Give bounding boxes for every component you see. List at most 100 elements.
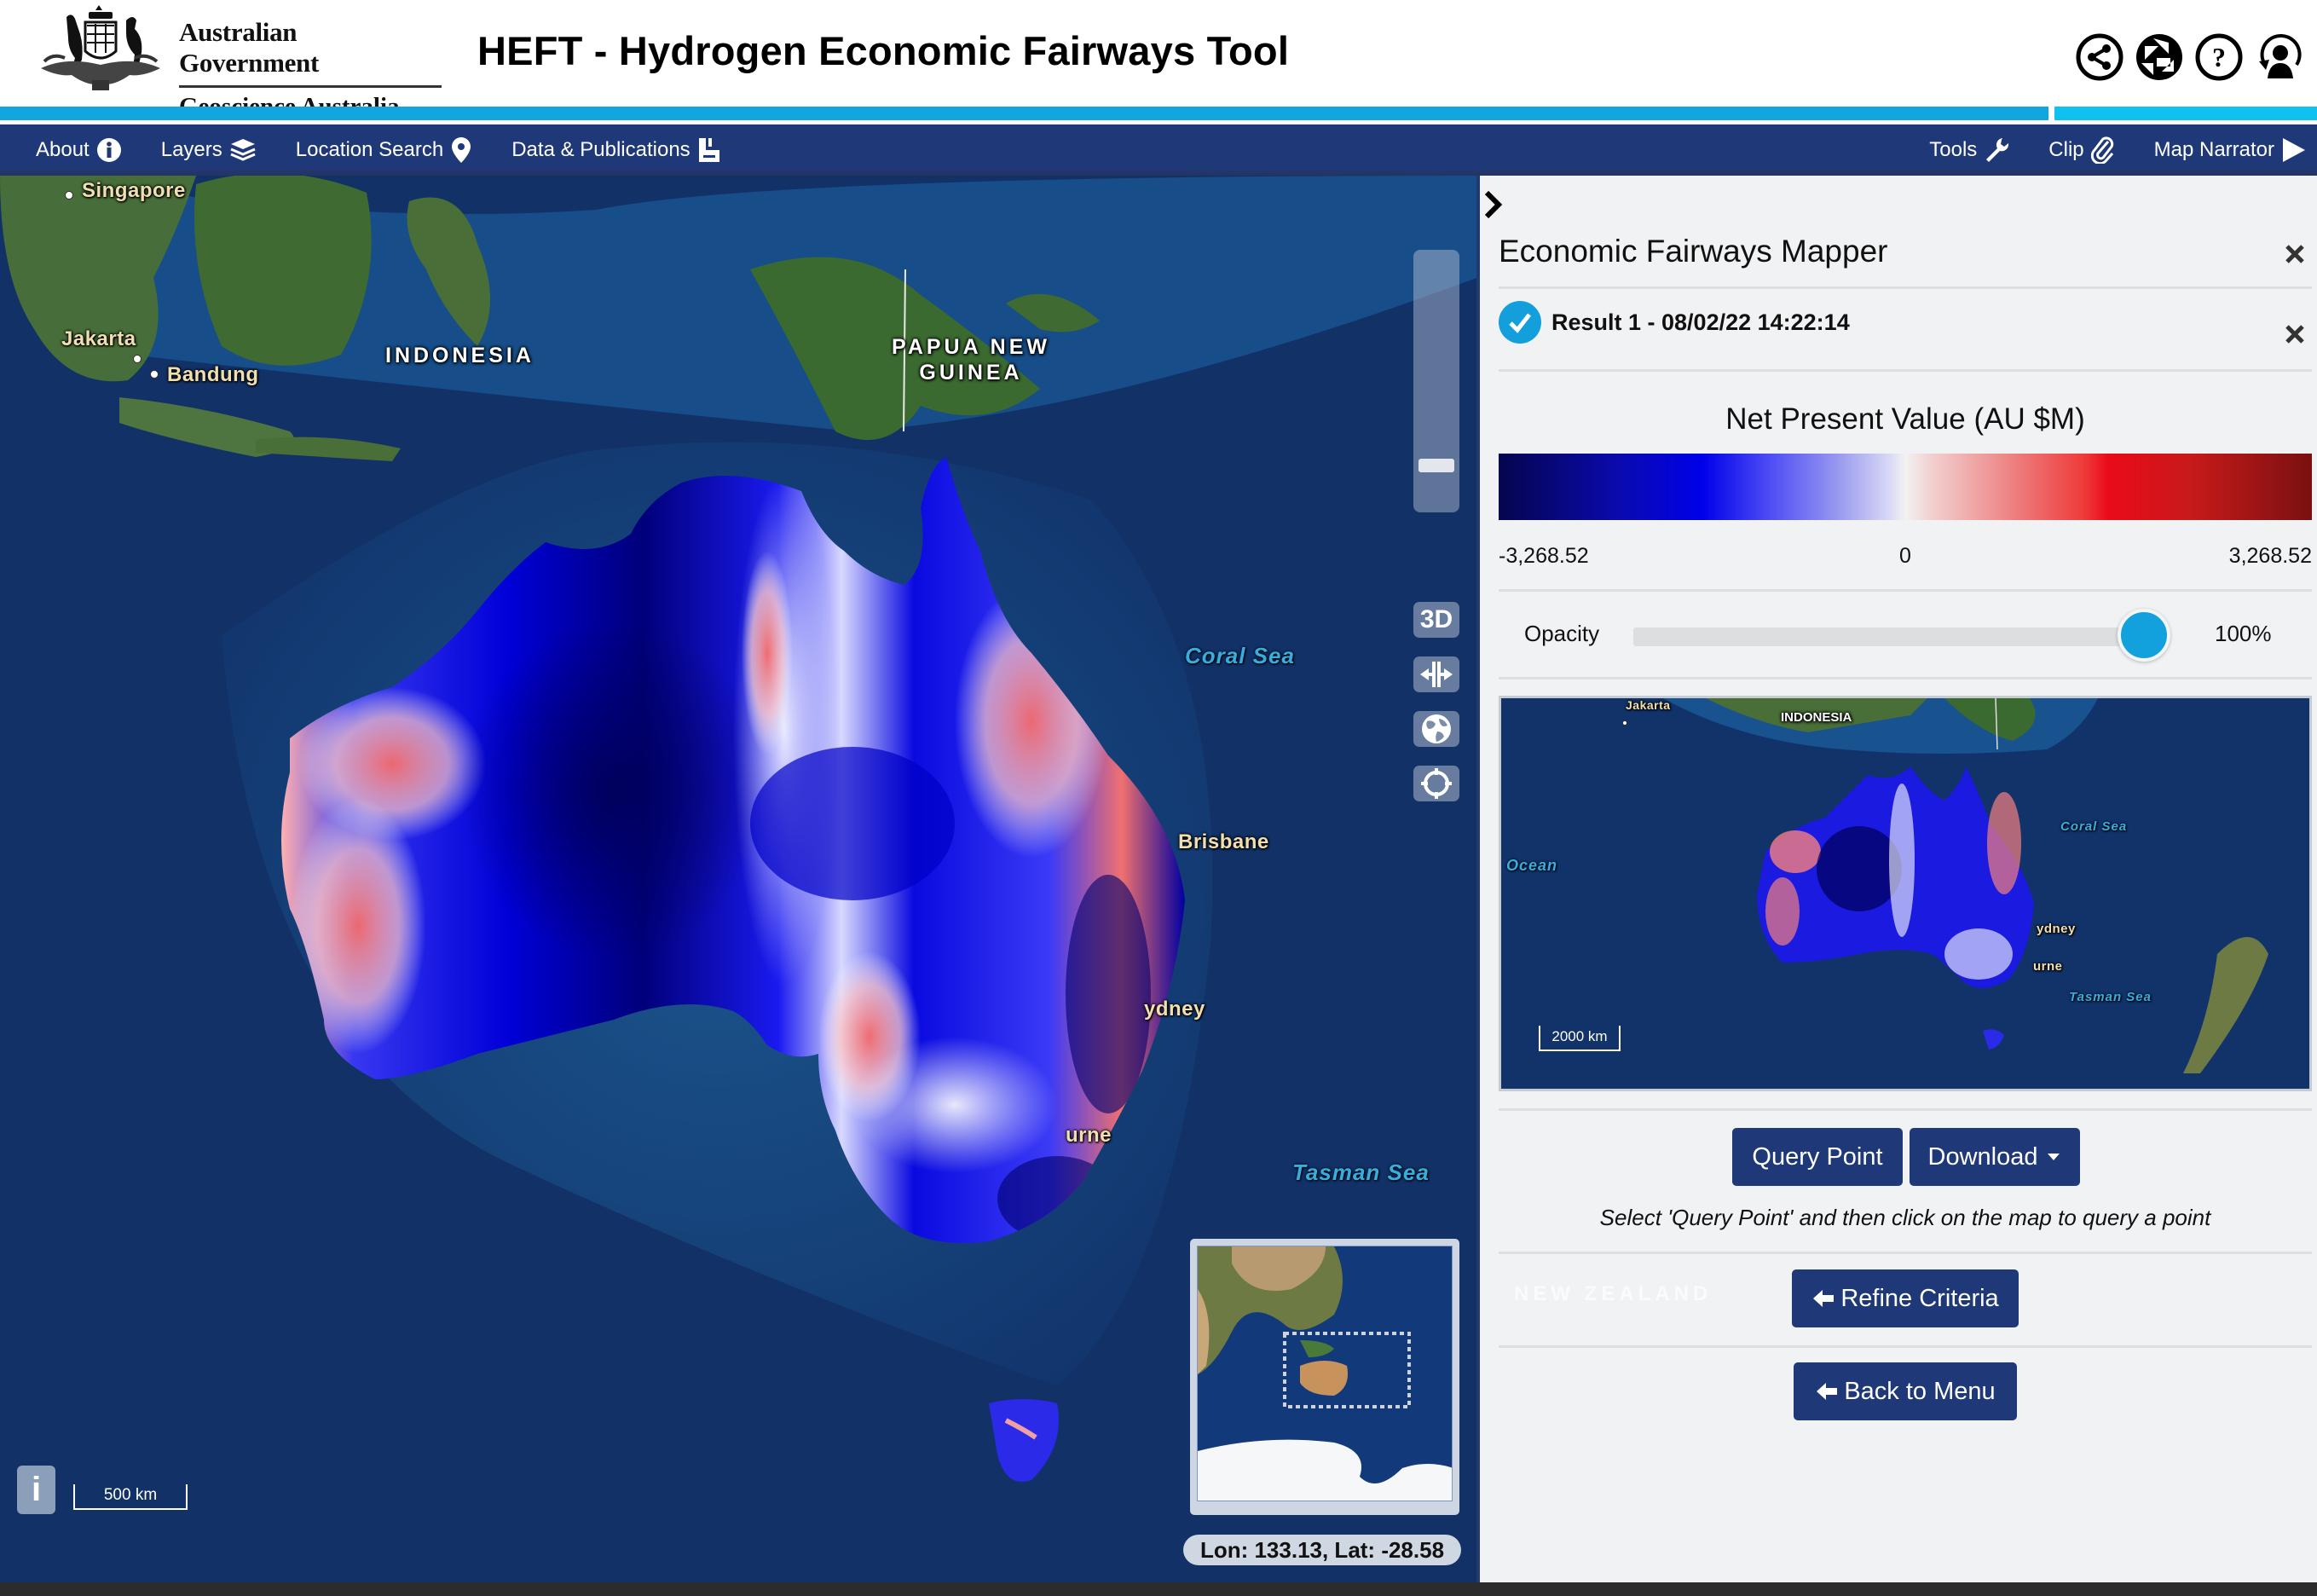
nav-map-narrator[interactable]: Map Narrator — [2154, 136, 2307, 164]
legend-color-ramp — [1499, 454, 2312, 520]
jakarta-dot — [133, 355, 142, 363]
nav-location-search[interactable]: Location Search — [296, 136, 472, 164]
result-visibility-checkbox[interactable] — [1499, 301, 1541, 344]
split-arrows-icon — [1420, 662, 1453, 687]
result-thumbnail-map: Jakarta INDONESIA Ocean Coral Sea ydney … — [1499, 696, 2312, 1091]
divider — [1499, 677, 2312, 679]
refine-criteria-button[interactable]: Refine Criteria — [1792, 1269, 2019, 1327]
paperclip-icon — [2090, 136, 2113, 164]
header-icon-group: ? — [2075, 32, 2303, 82]
query-point-button[interactable]: Query Point — [1732, 1128, 1903, 1186]
query-hint: Select 'Query Point' and then click on t… — [1599, 1205, 2211, 1230]
result-label: Result 1 - 08/02/22 14:22:14 — [1551, 309, 1850, 335]
divider — [1499, 589, 2312, 592]
bottom-status-strip — [0, 1582, 2317, 1596]
thumbnail-basemap — [1501, 698, 2309, 1089]
nav-tools[interactable]: Tools — [1929, 136, 2009, 164]
overview-map[interactable] — [1190, 1239, 1459, 1515]
app-root: Australian Government Geoscience Austral… — [0, 0, 2317, 1596]
legend-min: -3,268.52 — [1499, 544, 1589, 568]
arrow-left-icon — [1817, 1383, 1838, 1400]
gov-line-1: Australian Government — [179, 17, 442, 88]
layers-icon — [230, 139, 256, 161]
share-icon[interactable] — [2075, 32, 2124, 82]
back-to-menu-button[interactable]: Back to Menu — [1794, 1362, 2017, 1420]
coat-of-arms-logo — [41, 5, 160, 90]
coordinates-readout: Lon: 133.13, Lat: -28.58 — [1183, 1535, 1461, 1565]
panel-title: Economic Fairways Mapper — [1499, 234, 1888, 269]
nav-clip-label: Clip — [2048, 138, 2084, 161]
result-item: Result 1 - 08/02/22 14:22:14 — [1499, 301, 1850, 344]
locate-me-button[interactable] — [1413, 766, 1459, 801]
toggle-3d-label: 3D — [1419, 605, 1453, 633]
nav-clip[interactable]: Clip — [2048, 136, 2114, 164]
map-viewport[interactable]: Singapore Jakarta Bandung INDONESIA PAPU… — [0, 176, 1476, 1582]
collapse-panel-button[interactable] — [1482, 188, 1507, 222]
singapore-dot — [65, 191, 73, 200]
crosshair-icon — [1421, 768, 1452, 799]
help-icon[interactable]: ? — [2194, 32, 2244, 82]
remove-result-button[interactable] — [2281, 321, 2308, 348]
nav-data-publications[interactable]: Data & Publications — [511, 136, 720, 164]
refine-criteria-label: Refine Criteria — [1840, 1284, 1999, 1312]
divider — [1499, 286, 2312, 289]
bandung-dot — [150, 370, 159, 379]
divider — [1499, 1252, 2312, 1254]
map-pin-icon — [452, 137, 471, 163]
query-point-label: Query Point — [1752, 1142, 1883, 1171]
chevron-right-icon — [1484, 190, 1503, 219]
basemap-globe-button[interactable] — [1413, 711, 1459, 747]
divider — [1499, 369, 2312, 372]
divider — [1499, 1345, 2312, 1348]
toggle-3d-button[interactable]: 3D — [1413, 602, 1459, 638]
gov-wordmark: Australian Government Geoscience Austral… — [179, 17, 442, 121]
map-info-button[interactable]: i — [17, 1466, 55, 1514]
download-label: Download — [1927, 1142, 2038, 1171]
thumb-jakarta-dot — [1622, 720, 1627, 726]
overview-map-canvas[interactable] — [1197, 1246, 1453, 1501]
nav-left-group: About Layers Location Search Data & Publ… — [36, 124, 721, 176]
document-icon — [698, 138, 719, 162]
opacity-value: 100% — [2215, 621, 2272, 646]
nav-right-group: Tools Clip Map Narrator — [1929, 124, 2307, 176]
scale-bar-label: 500 km — [103, 1486, 158, 1504]
swipe-compare-button[interactable] — [1413, 656, 1459, 692]
arrow-left-icon — [1813, 1290, 1835, 1307]
nav-data-publications-label: Data & Publications — [511, 138, 690, 161]
nav-map-narrator-label: Map Narrator — [2153, 138, 2274, 161]
map-scale-bar: 500 km — [73, 1484, 188, 1510]
side-panel: Economic Fairways Mapper Result 1 - 08/0… — [1476, 176, 2317, 1582]
nav-about-label: About — [36, 138, 90, 161]
close-icon — [2285, 245, 2304, 263]
overview-basemap — [1198, 1246, 1452, 1501]
svg-text:?: ? — [2212, 42, 2226, 72]
info-icon: i — [31, 1471, 42, 1508]
caret-down-icon — [2048, 1154, 2060, 1160]
wrench-icon — [1986, 138, 2009, 162]
opacity-slider-thumb[interactable] — [2118, 609, 2170, 662]
nav-about[interactable]: About — [36, 137, 122, 163]
header-stripe-accent — [2054, 107, 2317, 120]
background-label-new-zealand: NEW ZEALAND — [1514, 1282, 1713, 1305]
play-icon — [2283, 138, 2305, 162]
coordinates-text: Lon: 133.13, Lat: -28.58 — [1199, 1536, 1445, 1563]
nav-tools-label: Tools — [1929, 138, 1978, 161]
close-panel-button[interactable] — [2281, 240, 2308, 268]
user-reset-icon[interactable] — [2254, 32, 2303, 82]
zoom-slider-thumb[interactable] — [1419, 459, 1454, 472]
picasa-icon[interactable] — [2135, 32, 2184, 82]
thumb-scale-label: 2000 km — [1551, 1028, 1608, 1044]
nav-bar: About Layers Location Search Data & Publ… — [0, 124, 2317, 176]
download-dropdown-button[interactable]: Download — [1910, 1128, 2080, 1186]
header-stripe — [0, 107, 2048, 120]
nav-layers[interactable]: Layers — [161, 137, 257, 163]
back-to-menu-label: Back to Menu — [1844, 1377, 1996, 1405]
close-icon — [2285, 325, 2304, 344]
legend-title: Net Present Value (AU $M) — [1725, 402, 2085, 436]
checkmark-icon — [1509, 313, 1531, 333]
divider — [1499, 1108, 2312, 1111]
zoom-slider[interactable] — [1413, 250, 1459, 512]
opacity-slider[interactable] — [1633, 627, 2162, 646]
nav-location-search-label: Location Search — [295, 138, 444, 161]
legend-max: 3,268.52 — [2228, 544, 2312, 568]
